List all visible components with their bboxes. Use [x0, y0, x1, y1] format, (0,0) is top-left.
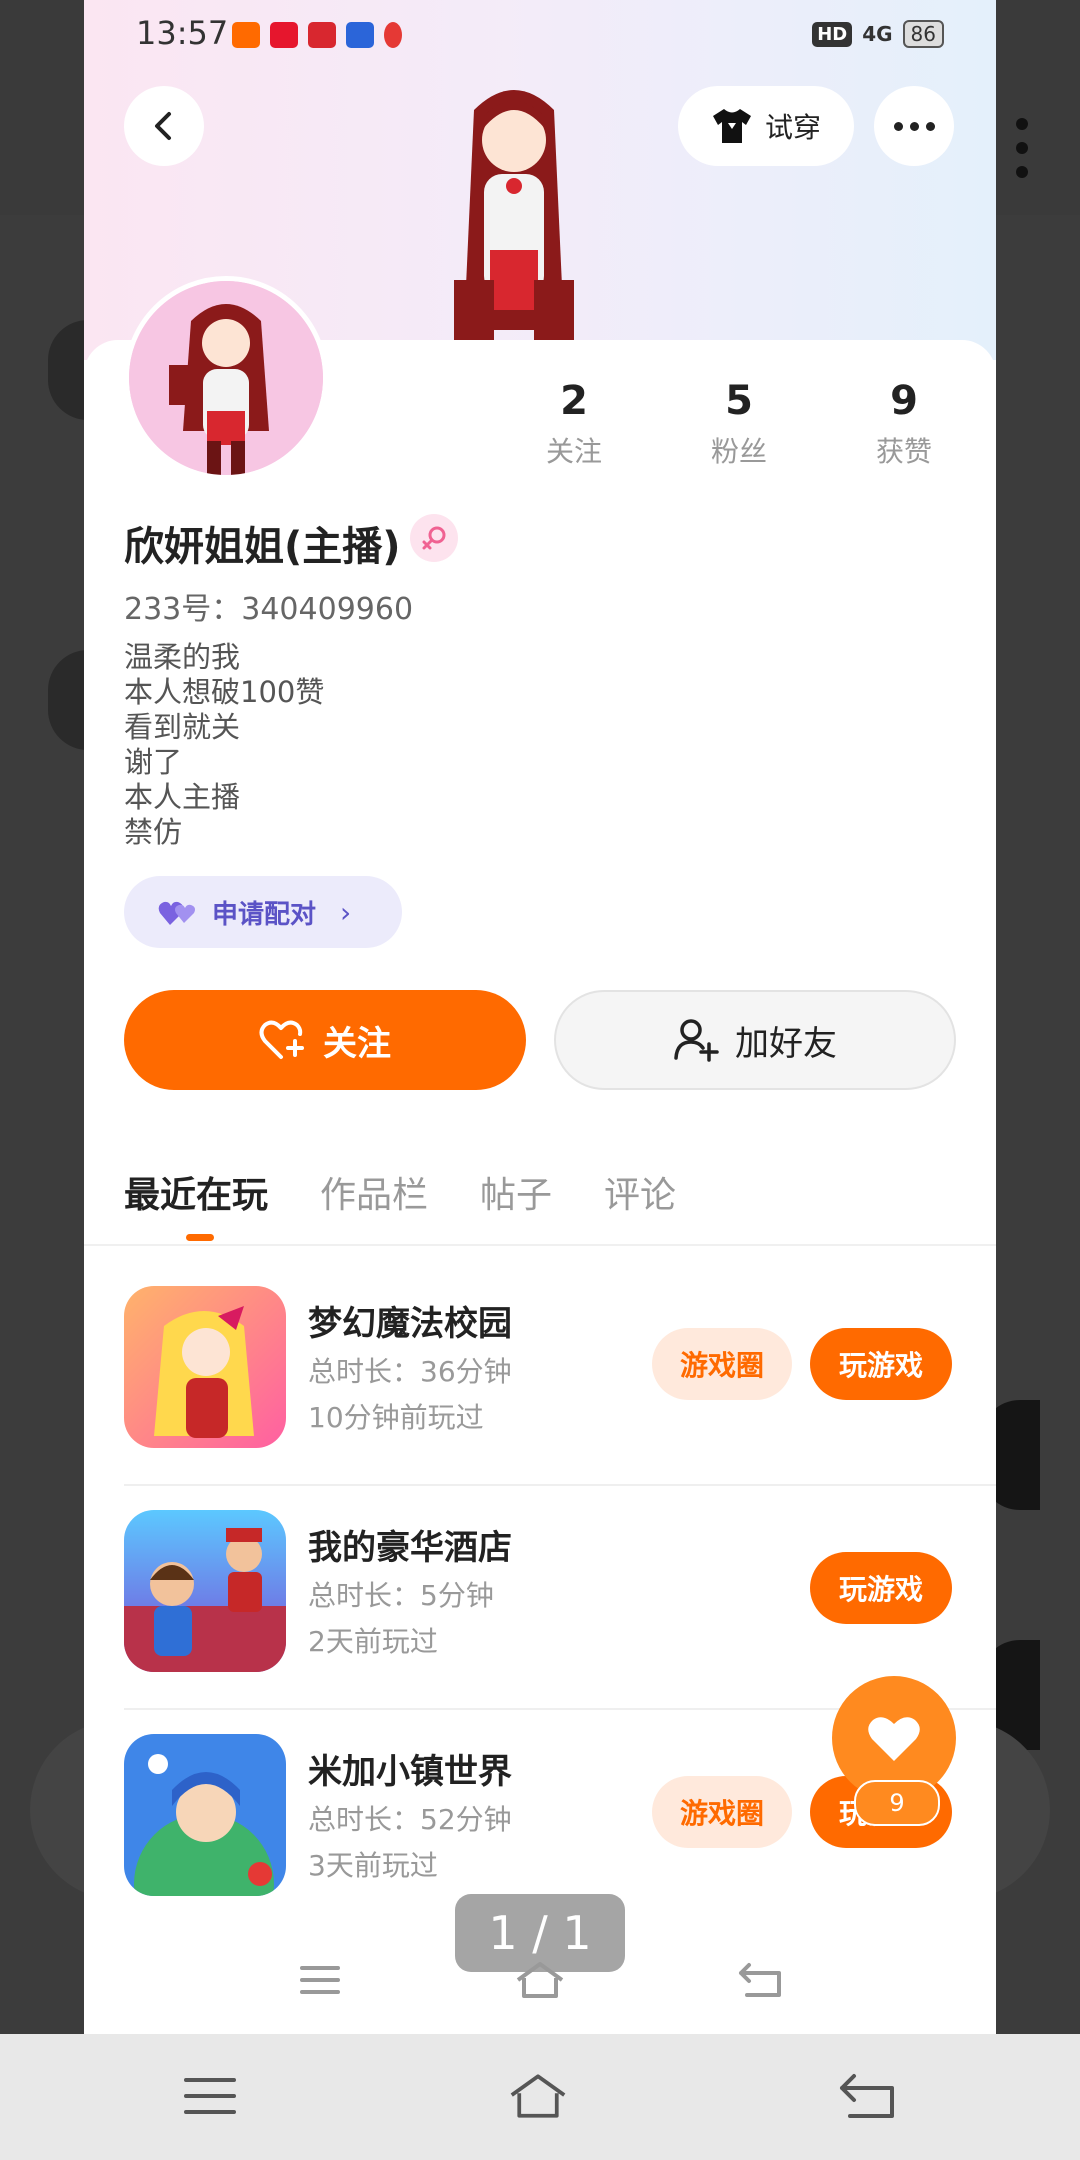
back-arrow-icon [840, 2074, 894, 2118]
home-icon [510, 2074, 566, 2118]
divider [84, 1244, 996, 1246]
stat-likes[interactable]: 9 获赞 [844, 378, 964, 470]
app-233-icon [232, 22, 260, 48]
game-row[interactable]: 梦幻魔法校园 总时长：36分钟 10分钟前玩过 游戏圈 玩游戏 [124, 1262, 996, 1486]
game-icon [124, 1734, 286, 1896]
game-last-played: 3天前玩过 [308, 1849, 438, 1882]
background-more-icon [1016, 118, 1030, 178]
profile-screenshot: 13:57 HD 4G 86 试穿 2 关注 5 粉丝 9 获赞 欣妍姐姐(主播… [84, 0, 996, 2034]
add-friend-label: 加好友 [735, 1023, 837, 1064]
background-avatar [48, 320, 88, 420]
toutiao-icon [308, 22, 336, 48]
back-arrow-icon [730, 1950, 790, 2010]
stat-value: 5 [725, 378, 753, 424]
stat-value: 2 [560, 378, 588, 424]
stat-following[interactable]: 2 关注 [514, 378, 634, 470]
game-duration: 总时长：52分钟 [308, 1803, 512, 1836]
game-name: 梦幻魔法校园 [308, 1304, 512, 1344]
notification-icons [232, 22, 402, 48]
profile-tabs: 最近在玩 作品栏 帖子 评论 [124, 1166, 676, 1218]
menu-icon [184, 2078, 236, 2114]
recent-apps-button[interactable] [180, 2066, 240, 2126]
home-icon [510, 1950, 570, 2010]
status-bar: 13:57 HD 4G 86 [84, 0, 996, 72]
follow-button[interactable]: 关注 [124, 990, 526, 1090]
baidu-icon [346, 22, 374, 48]
bio-line: 禁仿 [124, 815, 183, 849]
screenshot-nav-bar [84, 1940, 996, 2020]
avatar-image [129, 281, 323, 475]
signal-icon: 4G [862, 22, 893, 46]
bio-line: 温柔的我 [124, 640, 241, 674]
tab-comments[interactable]: 评论 [604, 1166, 676, 1218]
game-circle-button[interactable]: 游戏圈 [652, 1776, 792, 1848]
game-row[interactable]: 我的豪华酒店 总时长：5分钟 2天前玩过 玩游戏 [124, 1486, 996, 1710]
add-user-icon [674, 1019, 719, 1062]
system-navigation-bar [0, 2034, 1080, 2160]
tab-works[interactable]: 作品栏 [320, 1166, 428, 1218]
female-icon [410, 514, 458, 562]
location-icon [384, 22, 402, 48]
game-last-played: 10分钟前玩过 [308, 1401, 484, 1434]
tab-recently-played[interactable]: 最近在玩 [124, 1166, 268, 1218]
apply-pair-label: 申请配对 [212, 899, 317, 930]
background-avatar [48, 650, 88, 750]
game-icon [124, 1286, 286, 1448]
more-icon [893, 121, 935, 131]
chevron-right-icon: › [340, 895, 352, 929]
back-button-system[interactable] [838, 2066, 898, 2126]
user-id: 233号：340409960 [124, 592, 414, 627]
status-time: 13:57 [136, 14, 229, 52]
bio: 温柔的我 本人想破100赞 看到就关 谢了 本人主播 禁仿 [124, 640, 324, 850]
heart-plus-icon [259, 1020, 304, 1059]
bio-line: 本人主播 [124, 780, 241, 814]
menu-icon [290, 1950, 350, 2010]
game-icon [124, 1510, 286, 1672]
heart-icon [868, 1717, 920, 1761]
game-last-played: 2天前玩过 [308, 1625, 438, 1658]
battery-icon: 86 [902, 20, 944, 48]
like-count-badge: 9 [854, 1780, 940, 1826]
follow-label: 关注 [323, 1023, 391, 1064]
more-button[interactable] [874, 86, 954, 166]
play-game-button[interactable]: 玩游戏 [810, 1552, 952, 1624]
game-name: 米加小镇世界 [308, 1752, 512, 1792]
bio-line: 看到就关 [124, 710, 241, 744]
game-circle-button[interactable]: 游戏圈 [652, 1328, 792, 1400]
active-tab-indicator [186, 1234, 214, 1241]
stat-label: 粉丝 [710, 435, 767, 468]
game-duration: 总时长：36分钟 [308, 1355, 512, 1388]
nickname: 欣妍姐姐(主播) [124, 524, 401, 570]
add-friend-button[interactable]: 加好友 [554, 990, 956, 1090]
bio-line: 谢了 [124, 745, 183, 779]
double-heart-icon [158, 901, 195, 925]
play-game-button[interactable]: 玩游戏 [810, 1328, 952, 1400]
weibo-icon [270, 22, 298, 48]
game-name: 我的豪华酒店 [308, 1528, 512, 1568]
try-on-label: 试穿 [764, 111, 821, 144]
home-button[interactable] [508, 2066, 568, 2126]
try-on-button[interactable]: 试穿 [678, 86, 854, 166]
stat-value: 9 [890, 378, 918, 424]
profile-stats: 2 关注 5 粉丝 9 获赞 [514, 378, 964, 470]
status-right: HD 4G 86 [812, 20, 944, 48]
back-button[interactable] [124, 86, 204, 166]
cover-character-image [454, 90, 574, 340]
avatar[interactable] [124, 276, 328, 480]
stat-label: 关注 [545, 435, 602, 468]
chevron-left-icon [155, 112, 171, 140]
stat-fans[interactable]: 5 粉丝 [679, 378, 799, 470]
apply-pair-button[interactable]: 申请配对 › [124, 876, 402, 948]
hd-icon: HD [812, 21, 853, 47]
bio-line: 本人想破100赞 [124, 675, 325, 709]
tshirt-icon [712, 109, 751, 143]
game-duration: 总时长：5分钟 [308, 1579, 494, 1612]
stat-label: 获赞 [875, 435, 932, 468]
tab-posts[interactable]: 帖子 [480, 1166, 552, 1218]
